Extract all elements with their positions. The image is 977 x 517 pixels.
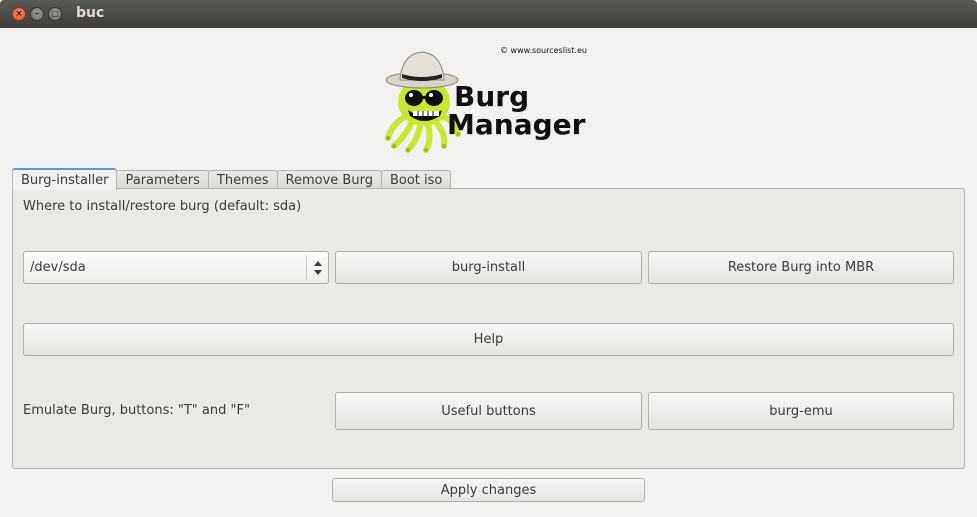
maximize-icon: □ bbox=[51, 9, 59, 18]
updown-arrows-icon bbox=[314, 261, 322, 275]
device-select-value: /dev/sda bbox=[30, 260, 86, 275]
maximize-window-button[interactable]: □ bbox=[48, 7, 62, 21]
restore-burg-button[interactable]: Restore Burg into MBR bbox=[648, 251, 954, 284]
useful-buttons-button[interactable]: Useful buttons bbox=[335, 392, 642, 430]
emulate-label: Emulate Burg, buttons: "T" and "F" bbox=[23, 403, 250, 418]
tab-boot-iso[interactable]: Boot iso bbox=[380, 170, 452, 190]
tab-remove-burg[interactable]: Remove Burg bbox=[276, 170, 382, 190]
burg-install-button[interactable]: burg-install bbox=[335, 251, 642, 284]
minimize-icon: – bbox=[34, 8, 40, 19]
window-title: buc bbox=[76, 5, 105, 21]
apply-changes-button[interactable]: Apply changes bbox=[332, 478, 645, 502]
logo-manager-text: Manager bbox=[447, 108, 586, 141]
tab-burg-installer[interactable]: Burg-installer bbox=[12, 168, 118, 190]
device-select[interactable]: /dev/sda bbox=[23, 251, 329, 284]
tab-parameters[interactable]: Parameters bbox=[116, 170, 209, 190]
minimize-window-button[interactable]: – bbox=[30, 7, 44, 21]
close-icon: × bbox=[15, 8, 23, 19]
tab-bar: Burg-installer Parameters Themes Remove … bbox=[12, 168, 452, 190]
close-window-button[interactable]: × bbox=[12, 7, 26, 21]
combo-separator bbox=[306, 255, 307, 280]
tab-themes[interactable]: Themes bbox=[207, 170, 278, 190]
help-button[interactable]: Help bbox=[23, 323, 954, 356]
burg-emu-button[interactable]: burg-emu bbox=[648, 392, 954, 430]
title-bar: × – □ buc bbox=[0, 0, 977, 28]
copyright-text: © www.sourceslist.eu bbox=[500, 46, 587, 55]
install-location-label: Where to install/restore burg (default: … bbox=[23, 199, 302, 214]
